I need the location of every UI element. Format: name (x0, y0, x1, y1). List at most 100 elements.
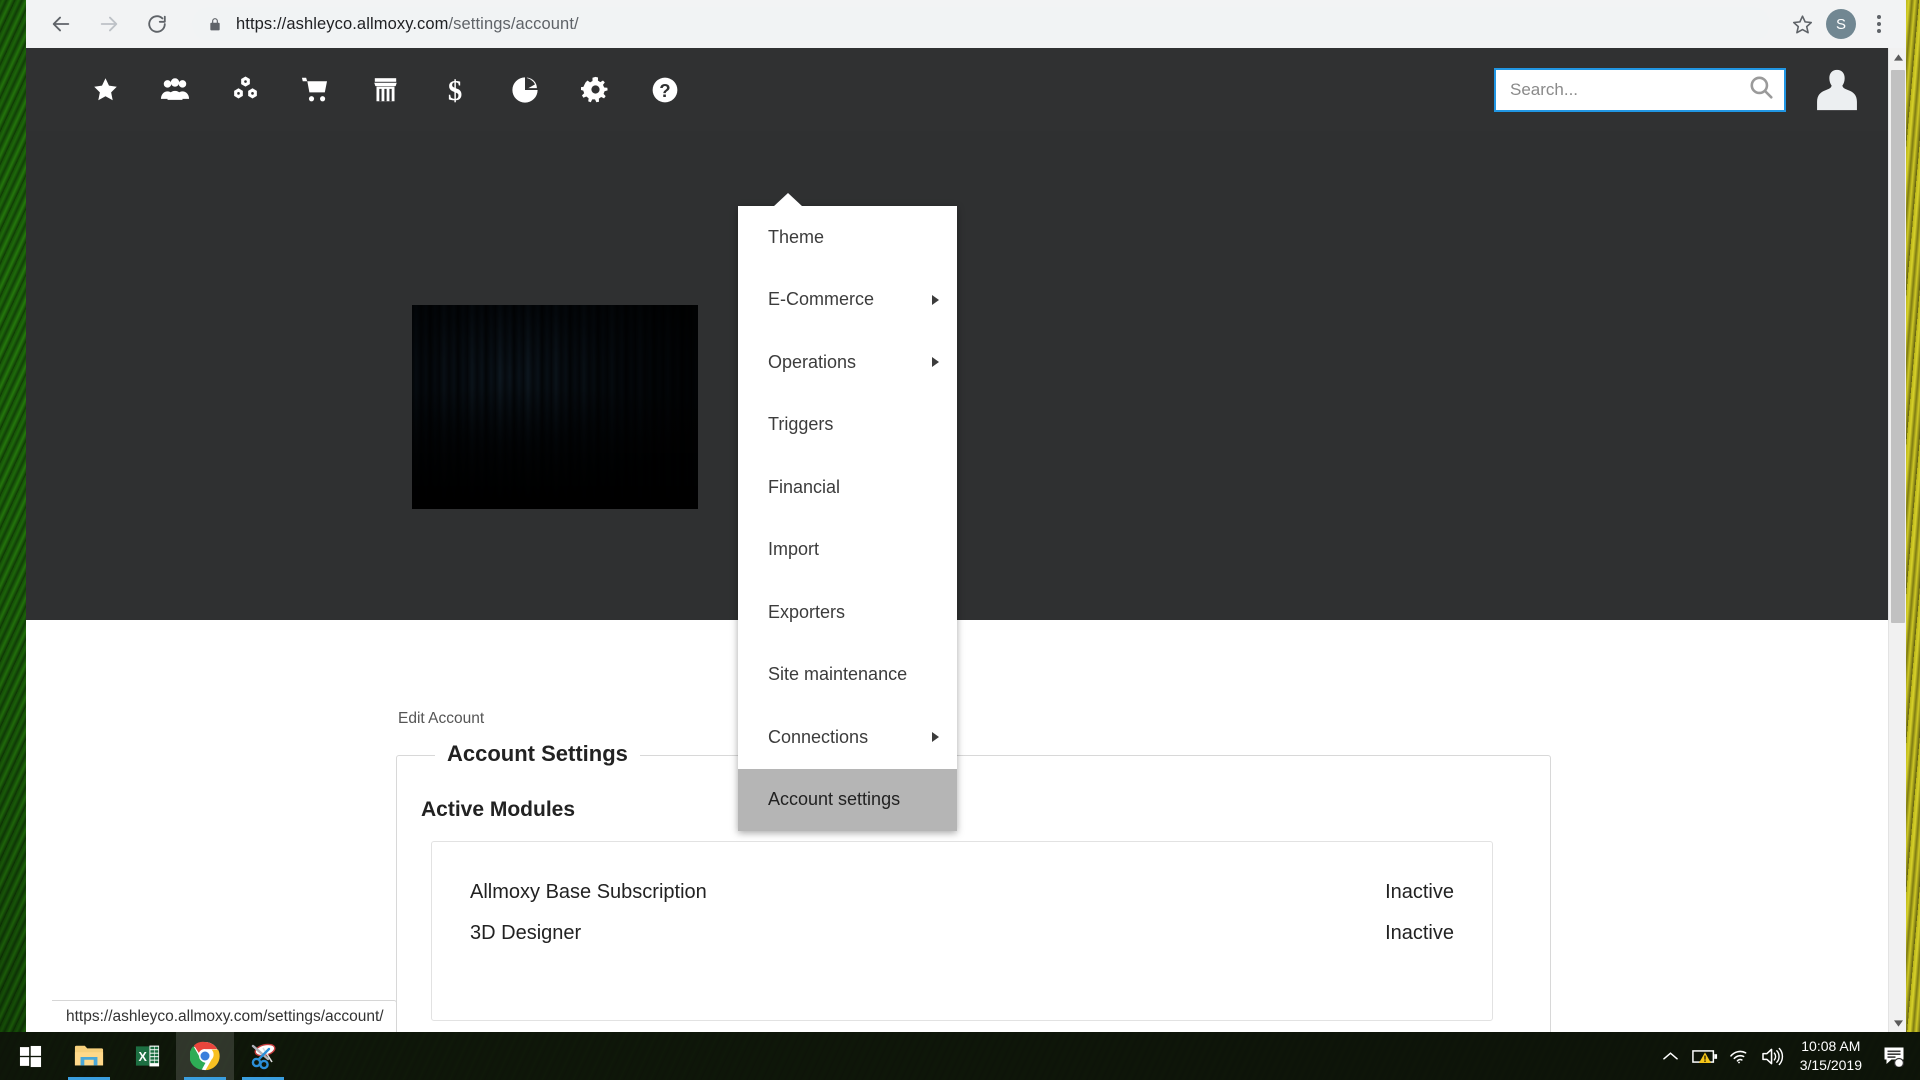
menu-item-e-commerce[interactable]: E-Commerce (738, 269, 957, 332)
star-outline-icon (1792, 14, 1812, 34)
nav-item-reports[interactable] (490, 48, 560, 131)
gear-icon (580, 76, 608, 103)
menu-item-theme[interactable]: Theme (738, 206, 957, 269)
users-icon (160, 78, 190, 100)
taskbar-excel[interactable]: X (118, 1032, 176, 1080)
volume-button[interactable] (1756, 1032, 1790, 1080)
snipping-tool-icon (251, 1043, 276, 1070)
table-row: Allmoxy Base Subscription Inactive (470, 872, 1454, 913)
menu-item-label: Connections (768, 726, 869, 747)
desktop-wallpaper-right-edge (1906, 0, 1920, 1032)
table-row: 3D Designer Inactive (470, 913, 1454, 954)
page-viewport: $ ? Search... Edit Account Account Setti… (26, 48, 1906, 1032)
svg-text:?: ? (659, 80, 670, 101)
menu-item-label: Operations (768, 351, 857, 372)
store-icon (373, 77, 397, 101)
breadcrumb[interactable]: Edit Account (398, 710, 484, 728)
status-badge: Inactive (1385, 881, 1454, 903)
dollar-icon: $ (448, 75, 462, 105)
battery-warning-icon (1691, 1049, 1717, 1063)
nav-item-help[interactable]: ? (630, 48, 700, 131)
battery-button[interactable] (1688, 1032, 1722, 1080)
svg-text:X: X (138, 1050, 147, 1064)
forward-button[interactable] (88, 3, 130, 45)
arrow-left-icon (52, 16, 70, 32)
chevron-right-icon (932, 294, 939, 305)
action-center-button[interactable] (1876, 1032, 1914, 1080)
svg-text:$: $ (448, 75, 462, 105)
three-dots-vertical-icon (1877, 15, 1881, 19)
nav-item-customers[interactable] (140, 48, 210, 131)
back-button[interactable] (40, 3, 82, 45)
menu-item-label: Triggers (768, 414, 834, 435)
browser-toolbar: https://ashleyco.allmoxy.com/settings/ac… (26, 0, 1906, 48)
file-explorer-icon (74, 1045, 104, 1066)
volume-icon (1762, 1047, 1784, 1065)
nav-item-orders[interactable] (280, 48, 350, 131)
status-badge: Inactive (1385, 922, 1454, 944)
clock-time: 10:08 AM (1801, 1038, 1861, 1054)
menu-item-operations[interactable]: Operations (738, 331, 957, 394)
chevron-right-icon (932, 732, 939, 743)
menu-item-exporters[interactable]: Exporters (738, 581, 957, 644)
pie-chart-icon (512, 76, 538, 103)
taskbar-snipping-tool[interactable] (234, 1032, 292, 1080)
search-box[interactable]: Search... (1494, 67, 1786, 112)
magnifier-icon[interactable] (1748, 74, 1774, 105)
settings-dropdown-menu: Theme E-Commerce Operations Triggers Fin… (738, 193, 957, 831)
menu-item-label: Account settings (768, 789, 901, 810)
account-settings-fieldset: Account Settings Active Modules Allmoxy … (396, 741, 1551, 1032)
chevron-down-icon (1893, 1019, 1903, 1027)
arrow-right-icon (100, 16, 118, 32)
menu-item-connections[interactable]: Connections (738, 706, 957, 769)
chevron-up-icon (1663, 1052, 1679, 1060)
active-modules-heading: Active Modules (421, 798, 576, 821)
start-button[interactable] (0, 1032, 60, 1080)
nav-item-shop[interactable] (350, 48, 420, 131)
menu-item-triggers[interactable]: Triggers (738, 394, 957, 457)
star-icon (93, 78, 117, 101)
page-scrollbar[interactable] (1888, 48, 1906, 1032)
cubes-icon (233, 76, 257, 99)
url-text: https://ashleyco.allmoxy.com/settings/ac… (236, 14, 579, 33)
reload-button[interactable] (136, 3, 178, 45)
taskbar-file-explorer[interactable] (60, 1032, 118, 1080)
taskbar-chrome[interactable] (176, 1032, 234, 1080)
chevron-right-icon (932, 357, 939, 368)
menu-item-financial[interactable]: Financial (738, 456, 957, 519)
scrollbar-thumb[interactable] (1891, 70, 1905, 623)
banner-image (412, 305, 698, 509)
bookmark-button[interactable] (1782, 4, 1822, 44)
app-search-area: Search... (1494, 66, 1888, 114)
menu-item-site-maintenance[interactable]: Site maintenance (738, 644, 957, 707)
question-circle-icon: ? (652, 77, 678, 102)
chrome-browser-window: https://ashleyco.allmoxy.com/settings/ac… (26, 0, 1906, 1032)
reload-icon (148, 15, 166, 33)
scroll-down-button[interactable] (1889, 1014, 1906, 1032)
user-avatar-icon[interactable] (1814, 66, 1860, 114)
menu-item-label: Site maintenance (768, 664, 908, 685)
taskbar-clock[interactable]: 10:08 AM 3/15/2019 (1790, 1037, 1876, 1075)
profile-avatar[interactable]: S (1826, 9, 1856, 39)
nav-item-accounting[interactable]: $ (420, 48, 490, 131)
search-input[interactable]: Search... (1510, 80, 1748, 100)
dropdown-caret-icon (773, 193, 803, 207)
windows-logo-icon (19, 1045, 41, 1067)
app-header-banner: $ ? Search... (26, 48, 1888, 620)
cart-icon (301, 77, 328, 101)
scroll-up-button[interactable] (1889, 48, 1906, 66)
network-button[interactable] (1722, 1032, 1756, 1080)
nav-item-settings[interactable] (560, 48, 630, 131)
menu-item-label: Financial (768, 476, 841, 497)
menu-item-account-settings[interactable]: Account settings (738, 768, 957, 831)
app-navigation-bar: $ ? Search... (26, 48, 1888, 131)
nav-item-favorites[interactable] (70, 48, 140, 131)
nav-item-products[interactable] (210, 48, 280, 131)
show-hidden-icons-button[interactable] (1654, 1032, 1688, 1080)
status-bar-url: https://ashleyco.allmoxy.com/settings/ac… (52, 1000, 397, 1032)
menu-item-import[interactable]: Import (738, 519, 957, 582)
module-name: Allmoxy Base Subscription (470, 881, 707, 903)
address-bar[interactable]: https://ashleyco.allmoxy.com/settings/ac… (192, 7, 1770, 41)
browser-menu-button[interactable] (1862, 4, 1896, 44)
wifi-icon (1729, 1050, 1747, 1063)
